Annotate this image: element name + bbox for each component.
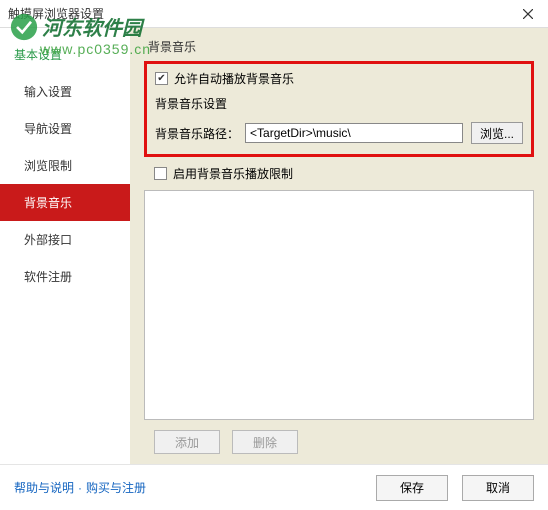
enable-limit-checkbox[interactable] <box>154 167 167 180</box>
sidebar: 基本设置 输入设置 导航设置 浏览限制 背景音乐 外部接口 软件注册 <box>0 28 130 464</box>
sidebar-item-register[interactable]: 软件注册 <box>0 258 130 295</box>
close-icon <box>523 9 533 19</box>
sidebar-item-bgmusic[interactable]: 背景音乐 <box>0 184 130 221</box>
save-button[interactable]: 保存 <box>376 475 448 501</box>
titlebar: 触摸屏浏览器设置 <box>0 0 548 28</box>
sidebar-header: 基本设置 <box>0 40 130 73</box>
main-panel: 背景音乐 ✔ 允许自动播放背景音乐 背景音乐设置 背景音乐路径： 浏览... 启… <box>130 28 548 464</box>
cancel-button[interactable]: 取消 <box>462 475 534 501</box>
separator: · <box>78 481 82 495</box>
delete-button: 删除 <box>232 430 298 454</box>
sidebar-item-nav[interactable]: 导航设置 <box>0 110 130 147</box>
browse-button[interactable]: 浏览... <box>471 122 523 144</box>
allow-autoplay-label: 允许自动播放背景音乐 <box>174 70 294 87</box>
window-title: 触摸屏浏览器设置 <box>8 5 104 22</box>
close-button[interactable] <box>508 0 548 28</box>
help-link[interactable]: 帮助与说明 <box>14 479 74 496</box>
music-path-input[interactable] <box>245 123 463 143</box>
buy-link[interactable]: 购买与注册 <box>86 479 146 496</box>
settings-subtitle: 背景音乐设置 <box>155 95 523 112</box>
add-button: 添加 <box>154 430 220 454</box>
sidebar-item-input[interactable]: 输入设置 <box>0 73 130 110</box>
music-list[interactable] <box>144 190 534 420</box>
path-label: 背景音乐路径： <box>155 125 239 142</box>
highlight-box: ✔ 允许自动播放背景音乐 背景音乐设置 背景音乐路径： 浏览... <box>144 61 534 157</box>
sidebar-item-external[interactable]: 外部接口 <box>0 221 130 258</box>
allow-autoplay-checkbox[interactable]: ✔ <box>155 72 168 85</box>
footer: 帮助与说明 · 购买与注册 保存 取消 <box>0 464 548 510</box>
section-title: 背景音乐 <box>144 38 534 55</box>
sidebar-item-browse-limit[interactable]: 浏览限制 <box>0 147 130 184</box>
enable-limit-label: 启用背景音乐播放限制 <box>173 165 293 182</box>
